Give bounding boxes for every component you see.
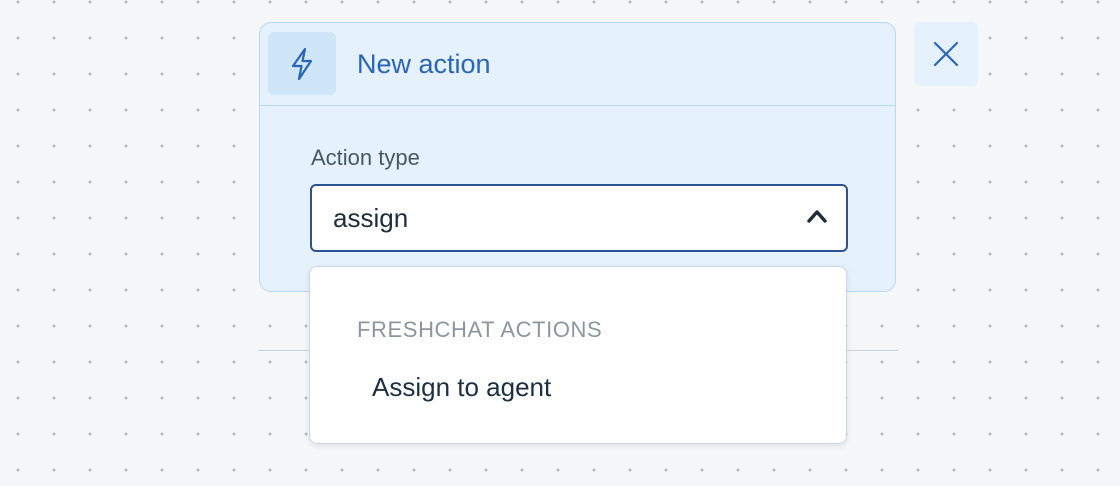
close-icon [933,41,959,67]
dropdown-group-label: FRESHCHAT ACTIONS [357,317,603,342]
action-icon-badge [268,32,336,95]
card-title: New action [357,49,491,79]
close-button[interactable] [914,22,978,86]
action-type-label: Action type [311,145,420,170]
bolt-icon [291,47,313,80]
chevron-up-icon[interactable] [806,208,828,224]
action-type-input[interactable]: assign [333,203,408,233]
new-action-card: New action Action type assign [259,22,896,292]
action-type-dropdown: FRESHCHAT ACTIONS Assign to agent [309,266,847,444]
dropdown-option-assign-to-agent[interactable]: Assign to agent [358,365,565,409]
action-type-select[interactable]: assign [310,184,848,252]
card-header: New action [260,23,895,106]
